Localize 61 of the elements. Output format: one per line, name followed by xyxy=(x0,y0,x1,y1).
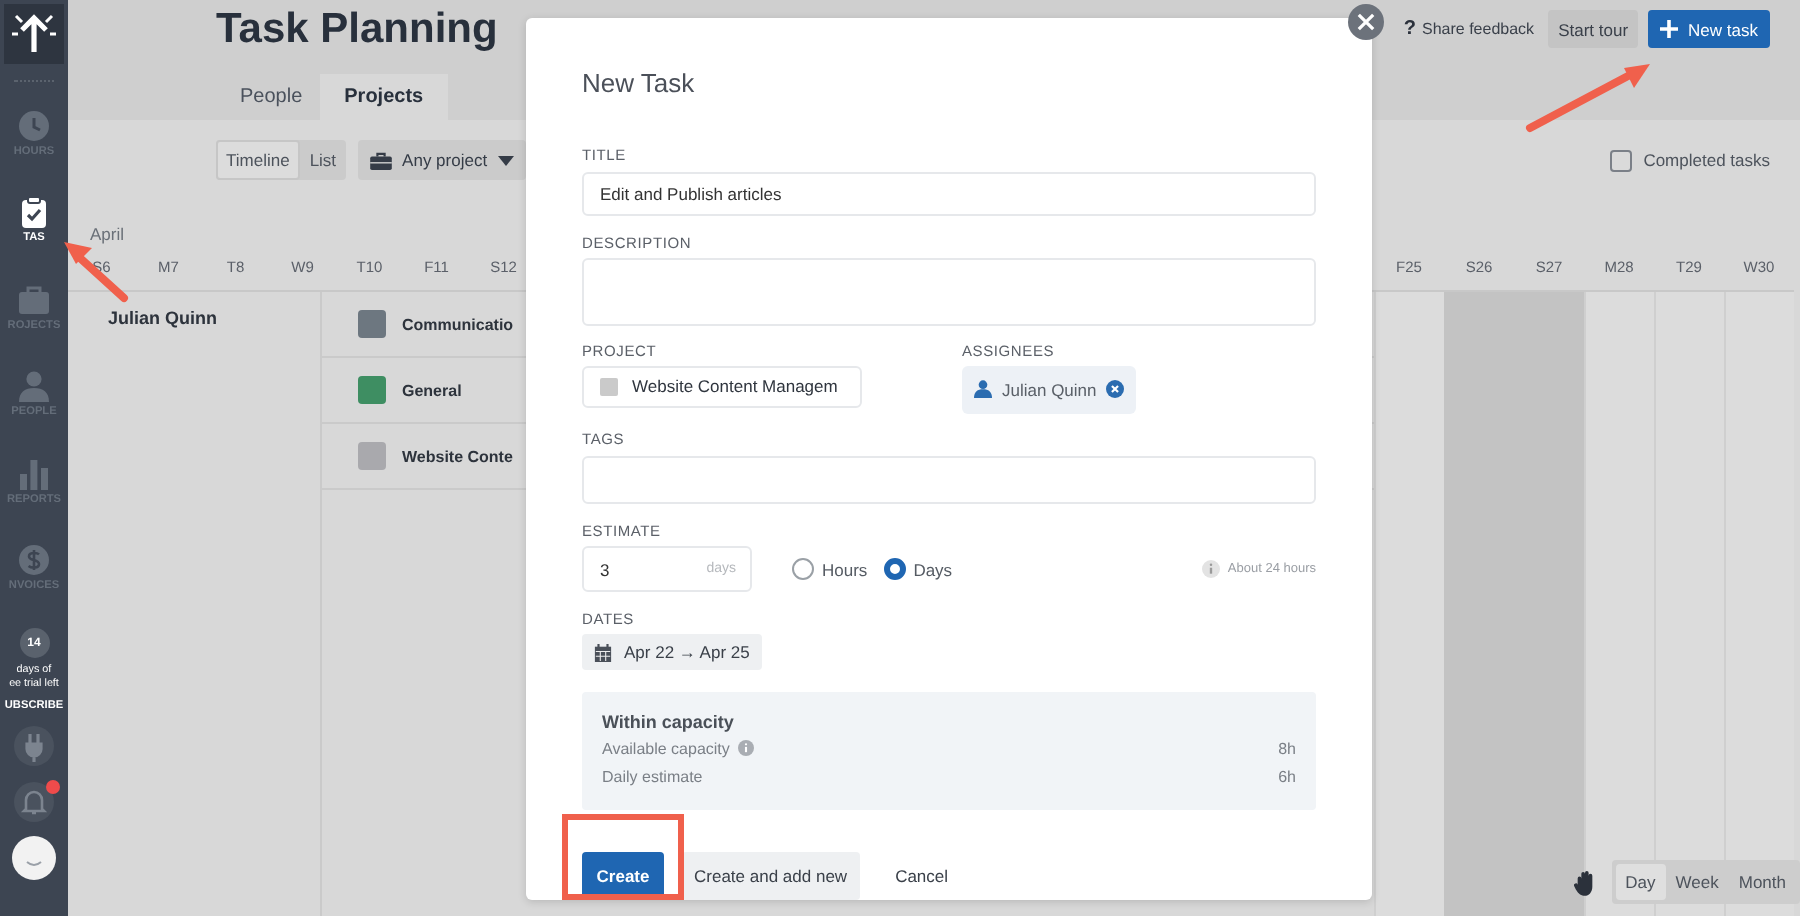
project-name: Communicatio xyxy=(402,315,514,333)
person-icon xyxy=(974,380,992,399)
project-name: Website Conte xyxy=(402,447,513,465)
month-label: April xyxy=(88,222,125,244)
dialog-title: New Task xyxy=(582,66,695,102)
project-name: General xyxy=(402,381,462,399)
bar-chart-icon xyxy=(18,457,50,490)
help-icon: ? xyxy=(1403,18,1417,40)
checkbox[interactable] xyxy=(1609,149,1632,171)
avatar-icon[interactable] xyxy=(12,836,56,880)
start-tour-button[interactable]: Start tour xyxy=(1548,10,1639,48)
tab[interactable]: Projects xyxy=(320,74,448,120)
clipboard-icon xyxy=(18,196,50,229)
tags-field[interactable] xyxy=(582,455,1316,505)
radio-label: Hours xyxy=(822,559,868,580)
annotation-arrow xyxy=(1526,64,1650,132)
project-select[interactable]: Website Content Managem xyxy=(582,365,862,408)
tab[interactable]: People xyxy=(222,74,321,120)
annotation-arrow xyxy=(64,242,128,302)
share-feedback-link[interactable]: ? Share feedback xyxy=(1403,18,1535,40)
capacity-title: Within capacity xyxy=(602,710,736,735)
assignee-name: Julian Quinn xyxy=(1002,379,1097,400)
hand-icon[interactable] xyxy=(1573,869,1596,895)
capacity-value: 6h xyxy=(1278,767,1296,786)
view-mode-tab[interactable]: Week xyxy=(1665,864,1729,900)
view-mode-tab[interactable]: Day xyxy=(1615,864,1666,900)
checkbox-label: Completed tasks xyxy=(1643,150,1770,170)
person-name: Julian Quinn xyxy=(106,306,220,328)
plug-icon[interactable] xyxy=(14,726,54,766)
capacity-value: 8h xyxy=(1278,739,1296,758)
capacity-label: Daily estimate xyxy=(602,767,703,786)
cancel-button[interactable]: Cancel xyxy=(883,852,961,900)
bell-icon[interactable] xyxy=(14,782,54,822)
page-title: Task Planning xyxy=(216,4,498,56)
description-field[interactable] xyxy=(582,257,1316,326)
radio-label: Days xyxy=(913,559,953,580)
calendar-icon xyxy=(594,643,612,662)
create-and-add-button[interactable]: Create and add new xyxy=(682,852,860,900)
view-mode-tab[interactable]: Month xyxy=(1728,864,1796,900)
date-range-button[interactable]: Apr 22 → Apr 25 xyxy=(582,634,762,671)
highlight-frame xyxy=(562,814,684,900)
person-icon xyxy=(18,370,50,403)
clock-icon xyxy=(18,109,50,142)
view-toggle[interactable]: Timeline xyxy=(216,140,300,180)
remove-icon[interactable] xyxy=(1106,380,1125,399)
logo-icon[interactable] xyxy=(4,4,64,64)
briefcase-icon xyxy=(370,151,393,169)
radio-button[interactable] xyxy=(792,558,814,581)
new-task-button[interactable]: New task xyxy=(1648,10,1770,48)
dollar-icon xyxy=(18,544,50,577)
title-field[interactable]: Edit and Publish articles xyxy=(582,172,1316,216)
assignee-chip[interactable]: Julian Quinn xyxy=(962,365,1137,414)
capacity-label: Available capacity xyxy=(602,739,730,758)
info-icon xyxy=(1201,560,1220,579)
view-toggle[interactable]: List xyxy=(299,140,347,180)
radio-button[interactable] xyxy=(883,558,906,581)
plus-icon xyxy=(1660,20,1679,38)
briefcase-icon xyxy=(18,283,50,316)
caret-icon xyxy=(497,155,514,165)
close-icon[interactable] xyxy=(1348,4,1384,40)
project-dropdown[interactable]: Any project xyxy=(358,140,526,180)
